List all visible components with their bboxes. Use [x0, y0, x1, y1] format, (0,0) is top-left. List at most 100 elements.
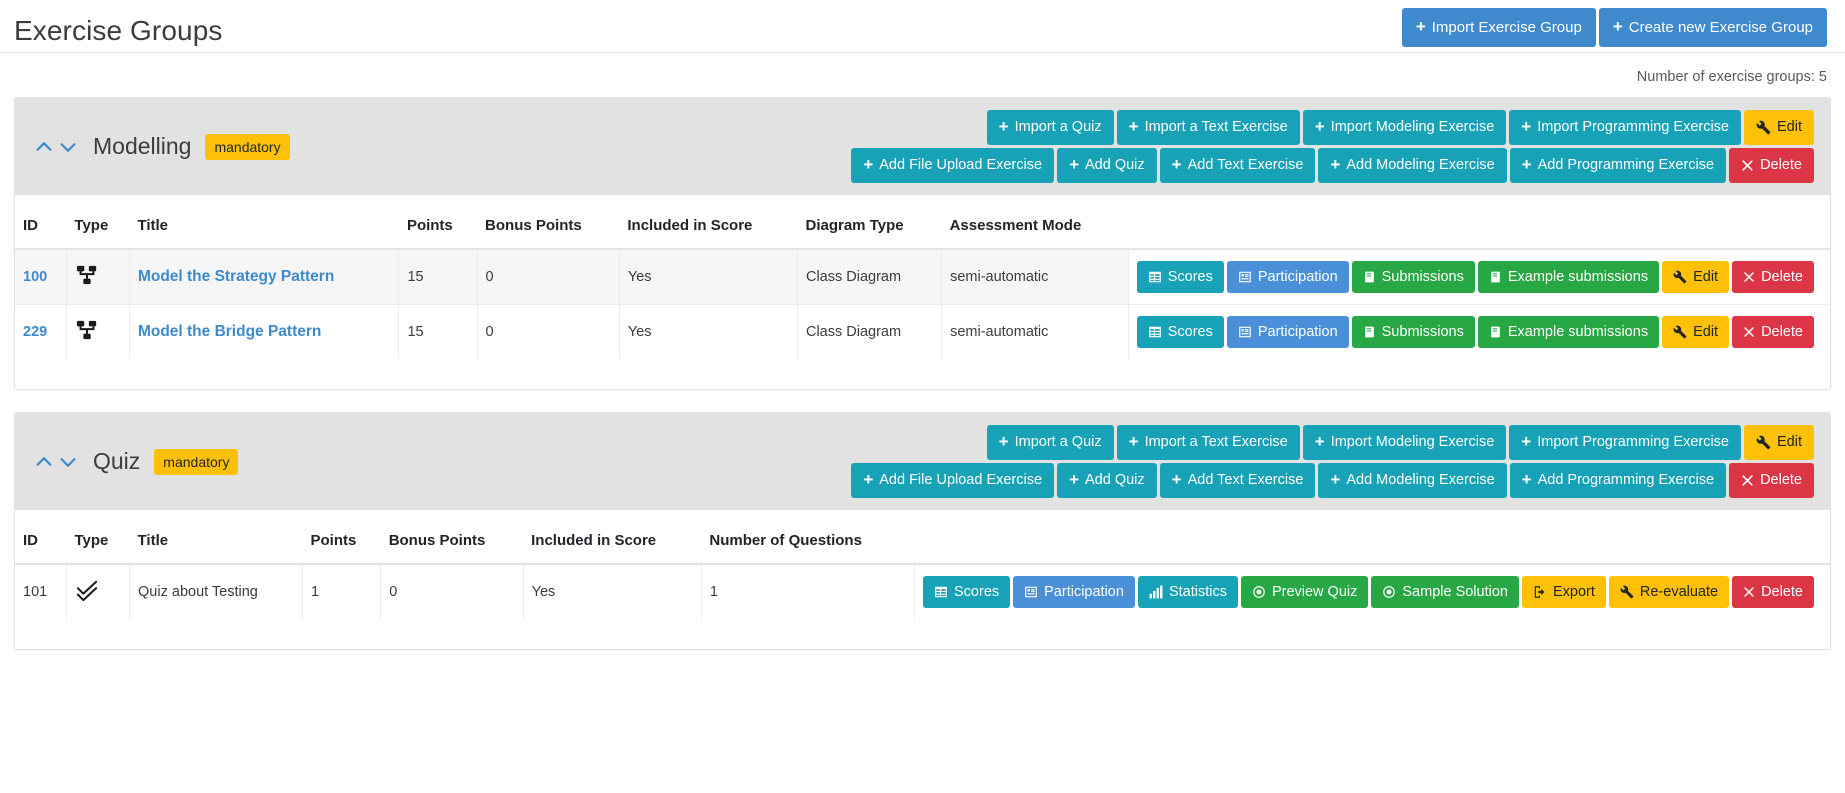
participation-button[interactable]: Participation — [1227, 316, 1349, 349]
create-new-exercise-group-button[interactable]: + Create new Exercise Group — [1599, 8, 1827, 47]
plus-icon: + — [1129, 433, 1139, 450]
cell-points: 1 — [303, 564, 381, 619]
sample-solution-button[interactable]: Sample Solution — [1371, 576, 1519, 609]
col-id: ID — [15, 510, 66, 564]
delete-exercise-button[interactable]: Delete — [1732, 261, 1814, 294]
chevron-up-icon[interactable] — [33, 451, 55, 473]
chevron-down-icon[interactable] — [57, 136, 79, 158]
submissions-button[interactable]: Submissions — [1352, 316, 1475, 349]
add-file-upload-exercise-button[interactable]: +Add File Upload Exercise — [851, 148, 1054, 183]
add-text-exercise-button[interactable]: +Add Text Exercise — [1160, 148, 1316, 183]
eye-icon — [1382, 585, 1396, 599]
scores-button[interactable]: Scores — [1137, 316, 1224, 349]
group-reorder-controls[interactable] — [33, 136, 79, 158]
plus-icon: + — [1522, 471, 1532, 488]
preview-quiz-label: Preview Quiz — [1272, 585, 1357, 600]
delete-group-button[interactable]: Delete — [1729, 463, 1814, 498]
group-reorder-controls[interactable] — [33, 451, 79, 473]
edit-exercise-button[interactable]: Edit — [1662, 261, 1729, 294]
table-footer-space — [15, 359, 1830, 389]
submissions-label: Submissions — [1382, 270, 1464, 285]
edit-group-button[interactable]: Edit — [1744, 110, 1814, 145]
exercise-id-link[interactable]: 100 — [23, 269, 47, 285]
cell-type — [66, 305, 129, 360]
add-file-upload-exercise-button[interactable]: +Add File Upload Exercise — [851, 463, 1054, 498]
edit-group-button[interactable]: Edit — [1744, 425, 1814, 460]
scores-button[interactable]: Scores — [923, 576, 1010, 609]
cell-bonus-points: 0 — [477, 249, 619, 305]
add-quiz-button[interactable]: +Add Quiz — [1057, 463, 1157, 498]
cell-diagram-type: Class Diagram — [797, 249, 941, 305]
add-text-exercise-button[interactable]: +Add Text Exercise — [1160, 463, 1316, 498]
header-actions: + Import Exercise Group + Create new Exe… — [1402, 8, 1827, 47]
import-a-text-exercise-button[interactable]: +Import a Text Exercise — [1117, 110, 1300, 145]
import-programming-exercise-button[interactable]: +Import Programming Exercise — [1509, 110, 1741, 145]
chevron-down-icon[interactable] — [57, 451, 79, 473]
exercise-title-link[interactable]: Model the Bridge Pattern — [138, 323, 321, 340]
import-a-quiz-button[interactable]: +Import a Quiz — [987, 110, 1114, 145]
import-programming-exercise-button[interactable]: +Import Programming Exercise — [1509, 425, 1741, 460]
group-title: Modelling — [93, 133, 191, 160]
wrench-icon — [1756, 120, 1771, 135]
example-submissions-button[interactable]: Example submissions — [1478, 261, 1659, 294]
participation-button[interactable]: Participation — [1227, 261, 1349, 294]
plus-icon: + — [999, 433, 1009, 450]
plus-icon: + — [1521, 433, 1531, 450]
preview-quiz-button[interactable]: Preview Quiz — [1241, 576, 1368, 609]
delete-exercise-button[interactable]: Delete — [1732, 316, 1814, 349]
delete-group-button[interactable]: Delete — [1729, 148, 1814, 183]
add-programming-exercise-button[interactable]: +Add Programming Exercise — [1510, 148, 1726, 183]
add-text-exercise-label: Add Text Exercise — [1188, 473, 1304, 488]
exercise-title-link[interactable]: Model the Strategy Pattern — [138, 268, 334, 285]
cell-bonus-points: 0 — [477, 305, 619, 360]
edit-group-label: Edit — [1777, 120, 1802, 135]
row-action-buttons: Scores Participation Statistics Preview … — [923, 576, 1814, 609]
add-quiz-button[interactable]: +Add Quiz — [1057, 148, 1157, 183]
table-head: ID Type Title Points Bonus Points Includ… — [15, 510, 1830, 564]
import-a-quiz-button[interactable]: +Import a Quiz — [987, 425, 1114, 460]
col-actions — [1128, 195, 1830, 249]
edit-exercise-button[interactable]: Edit — [1662, 316, 1729, 349]
plus-icon: + — [1069, 471, 1079, 488]
example-submissions-button[interactable]: Example submissions — [1478, 316, 1659, 349]
table-footer-space — [15, 619, 1830, 649]
cell-title: Model the Bridge Pattern — [129, 305, 399, 360]
col-included-in-score: Included in Score — [619, 195, 797, 249]
group-add-button-row: +Add File Upload Exercise +Add Quiz +Add… — [851, 148, 1814, 183]
import-modeling-exercise-button[interactable]: +Import Modeling Exercise — [1303, 110, 1507, 145]
add-modeling-exercise-button[interactable]: +Add Modeling Exercise — [1318, 463, 1506, 498]
page-header: Exercise Groups + Import Exercise Group … — [0, 0, 1845, 53]
delete-exercise-button[interactable]: Delete — [1732, 576, 1814, 609]
export-button[interactable]: Export — [1522, 576, 1606, 609]
plus-icon: + — [1172, 156, 1182, 173]
add-programming-exercise-label: Add Programming Exercise — [1538, 158, 1715, 173]
import-a-text-exercise-button[interactable]: +Import a Text Exercise — [1117, 425, 1300, 460]
cell-id: 101 — [15, 564, 66, 619]
status-badge: mandatory — [205, 134, 289, 160]
col-assessment-mode: Assessment Mode — [942, 195, 1129, 249]
chevron-up-icon[interactable] — [33, 136, 55, 158]
re-evaluate-button[interactable]: Re-evaluate — [1609, 576, 1729, 609]
add-modeling-exercise-button[interactable]: +Add Modeling Exercise — [1318, 148, 1506, 183]
participation-button[interactable]: Participation — [1013, 576, 1135, 609]
create-new-exercise-group-label: Create new Exercise Group — [1629, 20, 1813, 35]
delete-group-label: Delete — [1760, 473, 1802, 488]
import-modeling-exercise-button[interactable]: +Import Modeling Exercise — [1303, 425, 1507, 460]
cell-actions: Scores Participation Statistics Preview … — [915, 564, 1831, 619]
scores-button[interactable]: Scores — [1137, 261, 1224, 294]
exercise-groups-page: Exercise Groups + Import Exercise Group … — [0, 0, 1845, 650]
participation-label: Participation — [1258, 325, 1338, 340]
close-icon — [1741, 159, 1754, 172]
wrench-icon — [1673, 325, 1687, 339]
modeling-exercise-icon — [75, 319, 99, 341]
submissions-button[interactable]: Submissions — [1352, 261, 1475, 294]
cell-title: Model the Strategy Pattern — [129, 249, 399, 305]
plus-icon: + — [1416, 18, 1426, 35]
book-icon — [1489, 325, 1502, 339]
quiz-exercise-icon — [75, 579, 99, 601]
exercise-id-link[interactable]: 229 — [23, 324, 47, 340]
statistics-button[interactable]: Statistics — [1138, 576, 1238, 609]
add-programming-exercise-button[interactable]: +Add Programming Exercise — [1510, 463, 1726, 498]
import-exercise-group-button[interactable]: + Import Exercise Group — [1402, 8, 1596, 47]
close-icon — [1743, 326, 1755, 338]
